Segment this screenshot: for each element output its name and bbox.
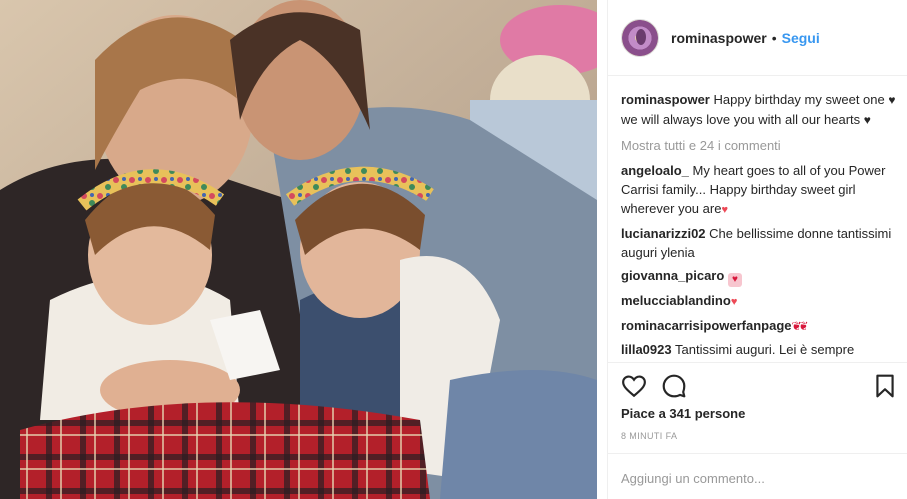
- like-heart-icon[interactable]: [621, 373, 647, 399]
- comment-username[interactable]: melucciablandino: [621, 293, 731, 308]
- comment-username[interactable]: angeloalo_: [621, 163, 689, 178]
- black-heart-icon: ♥: [863, 113, 871, 127]
- username-row: rominaspower • Segui: [671, 30, 820, 46]
- comments-list[interactable]: rominaspower Happy birthday my sweet one…: [621, 90, 903, 362]
- post-sidebar: rominaspower • Segui rominaspower Happy …: [607, 0, 907, 499]
- add-comment-section: [608, 453, 907, 499]
- roses-emoji-icon: ❦❦: [791, 319, 809, 333]
- comment-bubble-icon[interactable]: [661, 373, 687, 399]
- caption-text-1: Happy birthday my sweet one: [713, 92, 885, 107]
- caption-text-2: we will always love you with all our hea…: [621, 112, 861, 127]
- comment-text: Tantissimi auguri. Lei è sempre: [675, 342, 855, 357]
- caption-username[interactable]: rominaspower: [621, 92, 710, 107]
- add-comment-input[interactable]: [621, 468, 891, 488]
- list-item: giovanna_picaro ♥: [621, 266, 903, 287]
- red-heart-icon: ♥: [730, 296, 738, 308]
- list-item: lilla0923 Tantissimi auguri. Lei è sempr…: [621, 340, 903, 359]
- list-item: angeloalo_ My heart goes to all of you P…: [621, 161, 903, 220]
- view-all-comments-link[interactable]: Mostra tutti e 24 i commenti: [621, 136, 903, 155]
- post-header: rominaspower • Segui: [608, 0, 907, 76]
- comment-username[interactable]: giovanna_picaro: [621, 268, 724, 283]
- likes-count[interactable]: Piace a 341 persone: [621, 406, 745, 421]
- black-heart-icon: ♥: [888, 93, 896, 107]
- follow-button[interactable]: Segui: [782, 30, 820, 46]
- separator-dot: •: [771, 29, 777, 46]
- post-photo[interactable]: [0, 0, 597, 499]
- bookmark-icon[interactable]: [872, 373, 898, 399]
- action-bar: [608, 362, 907, 404]
- header-username[interactable]: rominaspower: [671, 30, 767, 46]
- list-item: rominacarrisipowerfanpage❦❦: [621, 316, 903, 336]
- list-item: lucianarizzi02 Che bellissime donne tant…: [621, 224, 903, 262]
- comment-username[interactable]: lilla0923: [621, 342, 672, 357]
- avatar[interactable]: [621, 18, 659, 57]
- red-heart-icon: ♥: [721, 204, 728, 216]
- post-photo-illustration: [0, 0, 597, 499]
- post-timestamp: 8 MINUTI FA: [621, 431, 678, 441]
- list-item: melucciablandino♥: [621, 291, 903, 312]
- heart-emoji-icon: ♥: [727, 273, 742, 287]
- caption: rominaspower Happy birthday my sweet one…: [621, 90, 903, 130]
- comment-username[interactable]: rominacarrisipowerfanpage: [621, 318, 792, 333]
- comment-username[interactable]: lucianarizzi02: [621, 226, 706, 241]
